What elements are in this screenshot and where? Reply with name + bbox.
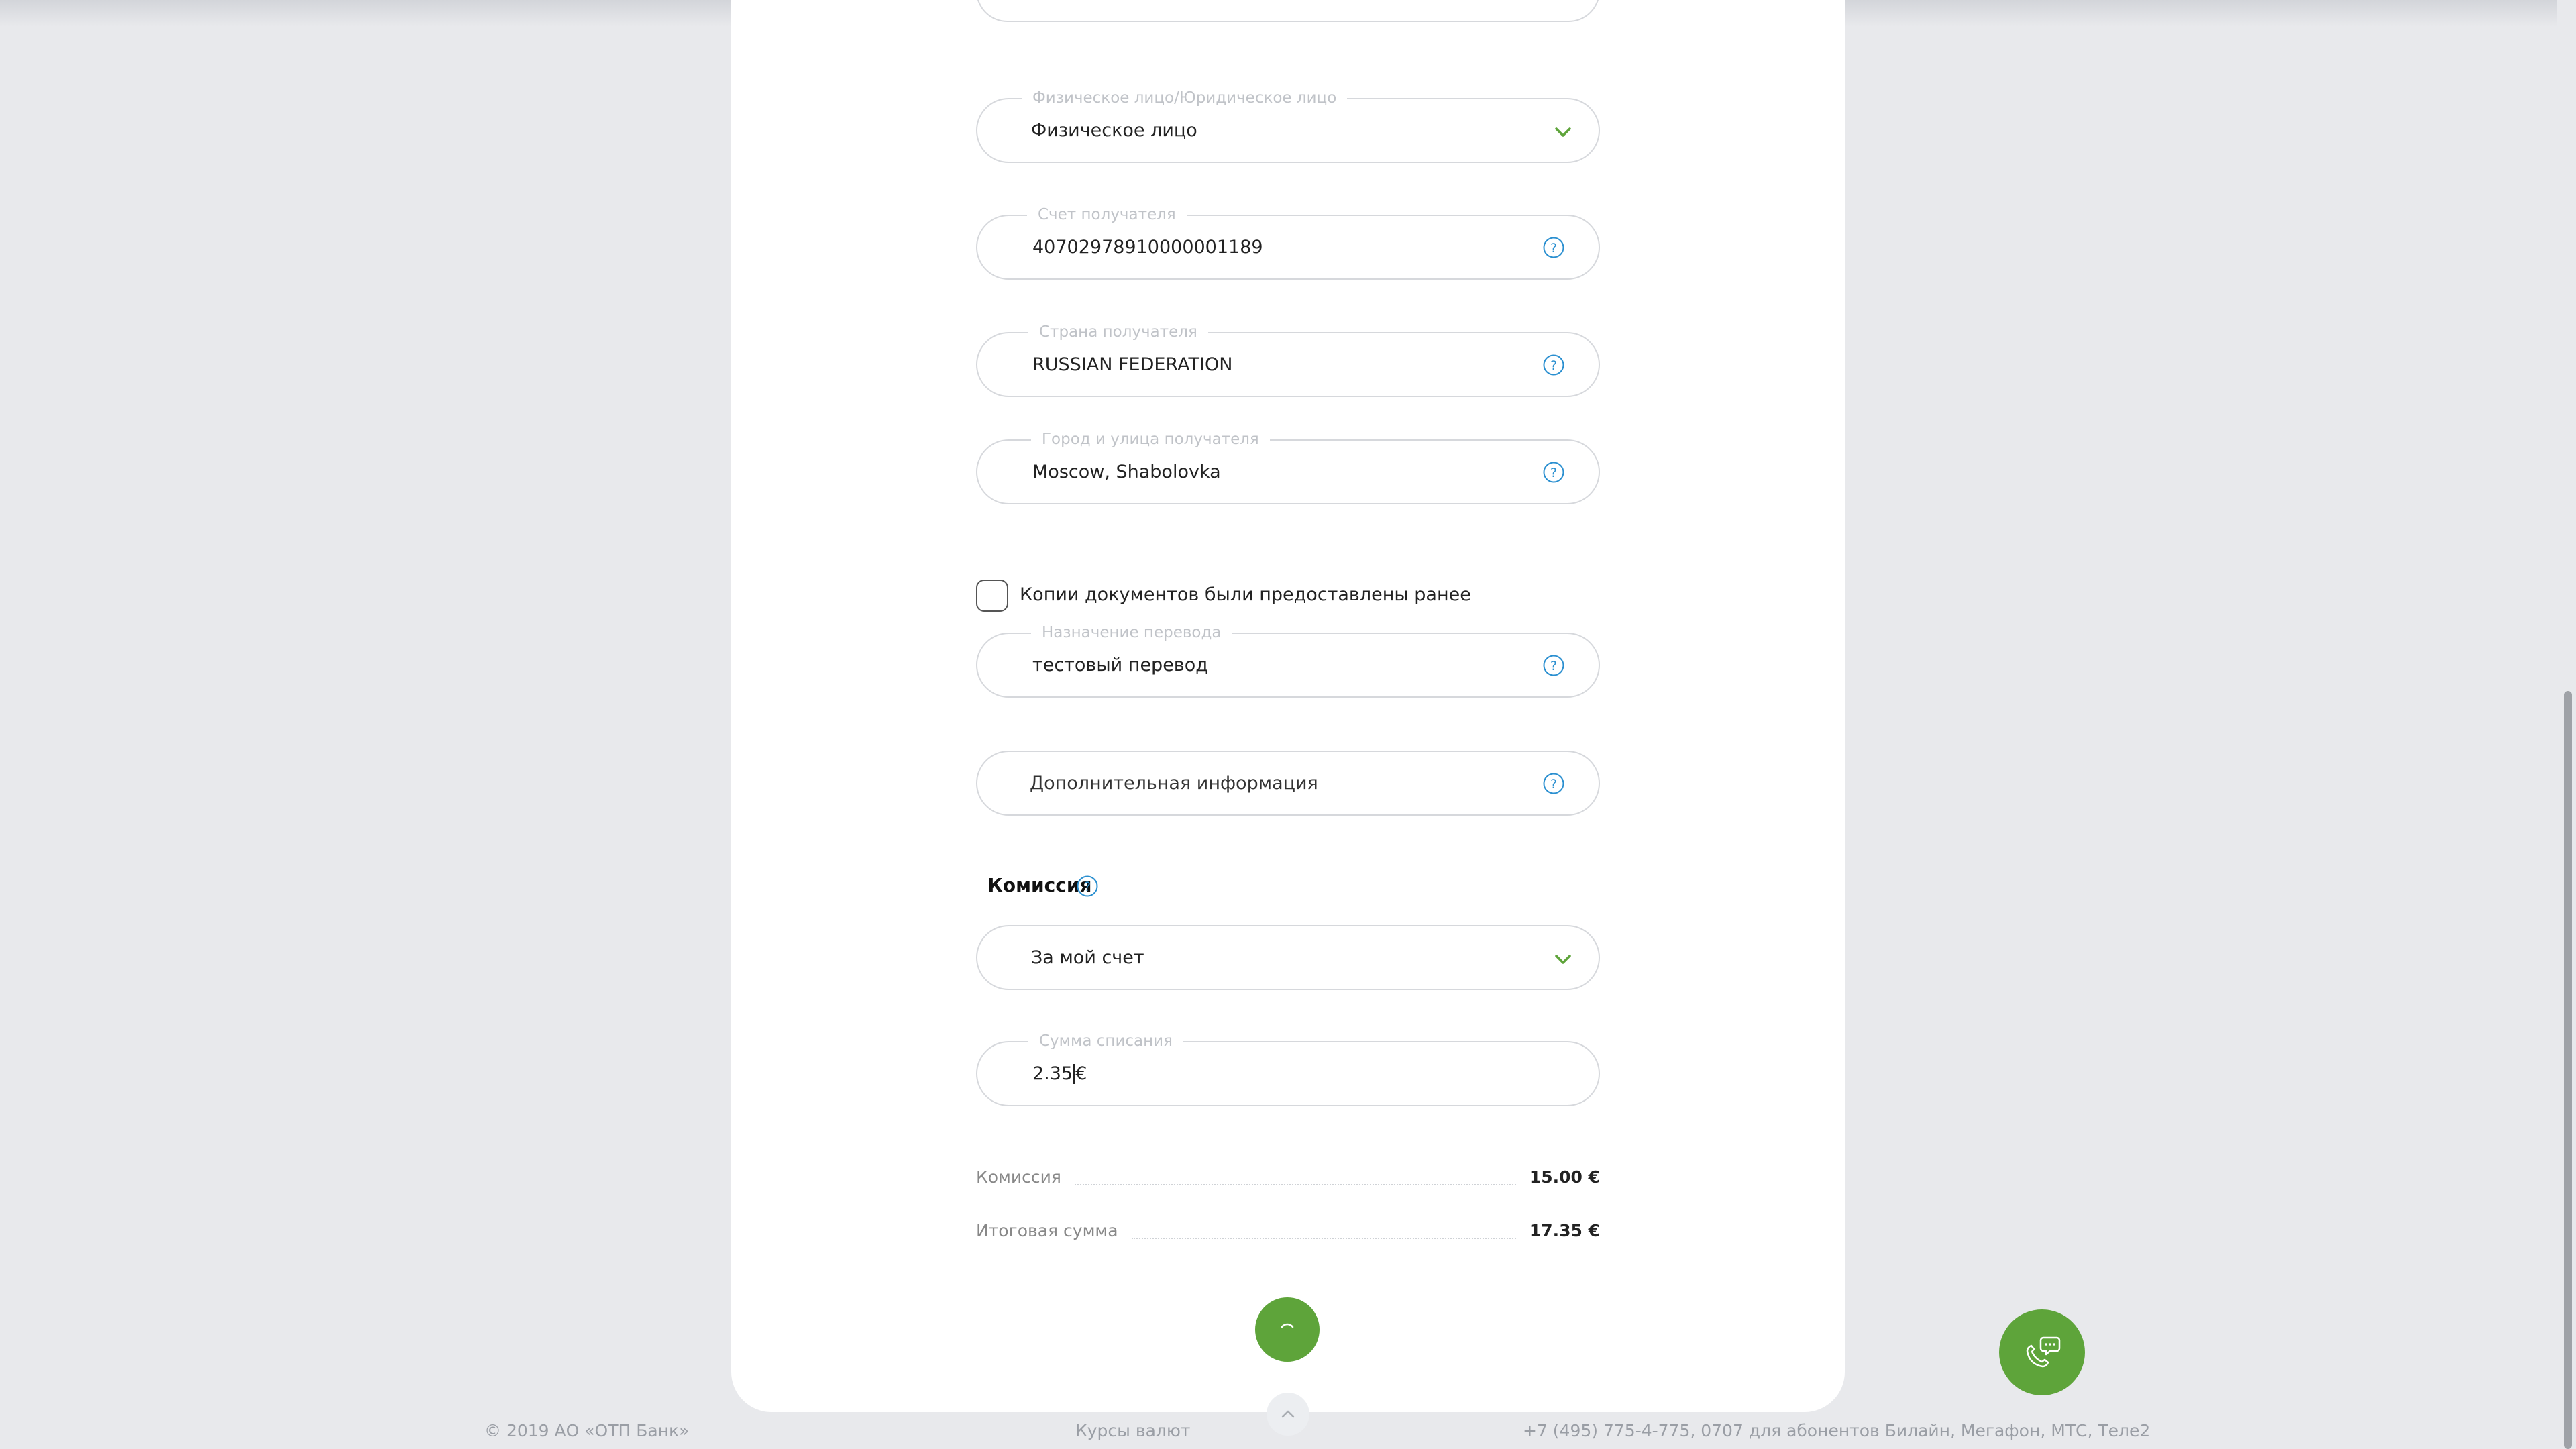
dotted-leader [1074, 1184, 1516, 1185]
total-summary-label: Итоговая сумма [976, 1221, 1118, 1240]
debit-amount-currency: € [1075, 1063, 1087, 1084]
svg-text:?: ? [1550, 241, 1557, 256]
question-icon[interactable]: ? [1542, 772, 1565, 795]
svg-text:?: ? [1550, 659, 1557, 674]
transfer-form-card [731, 0, 1845, 1412]
scrollbar-thumb[interactable] [2564, 691, 2572, 1449]
purpose-value: тестовый перевод [1032, 655, 1208, 676]
question-icon[interactable]: ? [1076, 875, 1099, 898]
footer: © 2019 АО «ОТП Банк» Курсы валют +7 (495… [0, 1412, 2576, 1449]
commission-payer-value: За мой счет [1031, 947, 1144, 968]
account-value: 40702978910000001189 [1032, 237, 1263, 258]
text-caret [1073, 1063, 1075, 1084]
debit-amount-input[interactable]: 2.35 € [1032, 1042, 1087, 1105]
loading-spinner-icon [1281, 1323, 1294, 1328]
question-icon[interactable]: ? [1542, 461, 1565, 484]
previous-field[interactable] [976, 0, 1600, 22]
chevron-down-icon [1555, 127, 1571, 137]
country-field[interactable]: Страна получателя RUSSIAN FEDERATION ? [976, 321, 1600, 397]
docs-provided-label[interactable]: Копии документов были предоставлены ране… [1020, 581, 1471, 609]
phone-chat-icon [2026, 1336, 2061, 1368]
footer-rates-link[interactable]: Курсы валют [1075, 1420, 1190, 1442]
additional-info-placeholder: Дополнительная информация [1030, 773, 1318, 794]
debit-amount-value: 2.35 [1032, 1063, 1073, 1084]
commission-summary-row: Комиссия 15.00 € [976, 1164, 1600, 1191]
chevron-down-icon [1555, 955, 1571, 964]
account-field[interactable]: Счет получателя 40702978910000001189 ? [976, 204, 1600, 280]
purpose-field[interactable]: Назначение перевода тестовый перевод ? [976, 622, 1600, 698]
svg-text:?: ? [1550, 358, 1557, 373]
debit-amount-field[interactable]: Сумма списания 2.35 € [976, 1030, 1600, 1106]
contact-chat-button[interactable] [1999, 1309, 2085, 1395]
total-summary-value: 17.35 € [1529, 1221, 1600, 1240]
svg-text:?: ? [1550, 777, 1557, 792]
entity-type-select[interactable]: Физическое лицо/Юридическое лицо Физичес… [976, 87, 1600, 163]
commission-payer-select[interactable]: За мой счет [976, 925, 1600, 990]
additional-info-field[interactable]: Дополнительная информация ? [976, 751, 1600, 816]
footer-copyright: © 2019 АО «ОТП Банк» [484, 1421, 690, 1440]
footer-phones: +7 (495) 775-4-775, 0707 для абонентов Б… [1523, 1421, 2151, 1440]
dotted-leader [1131, 1238, 1516, 1239]
question-icon[interactable]: ? [1542, 236, 1565, 259]
svg-text:?: ? [1550, 466, 1557, 480]
commission-summary-value: 15.00 € [1529, 1167, 1600, 1187]
question-icon[interactable]: ? [1542, 354, 1565, 376]
docs-provided-checkbox[interactable] [976, 580, 1008, 612]
address-field[interactable]: Город и улица получателя Moscow, Shabolo… [976, 429, 1600, 504]
entity-type-value: Физическое лицо [1031, 120, 1197, 141]
commission-summary-label: Комиссия [976, 1167, 1061, 1187]
submit-button[interactable] [1255, 1297, 1320, 1362]
total-summary-row: Итоговая сумма 17.35 € [976, 1218, 1600, 1244]
country-value: RUSSIAN FEDERATION [1032, 354, 1233, 375]
address-value: Moscow, Shabolovka [1032, 462, 1221, 482]
question-icon[interactable]: ? [1542, 654, 1565, 677]
svg-text:?: ? [1084, 879, 1091, 894]
